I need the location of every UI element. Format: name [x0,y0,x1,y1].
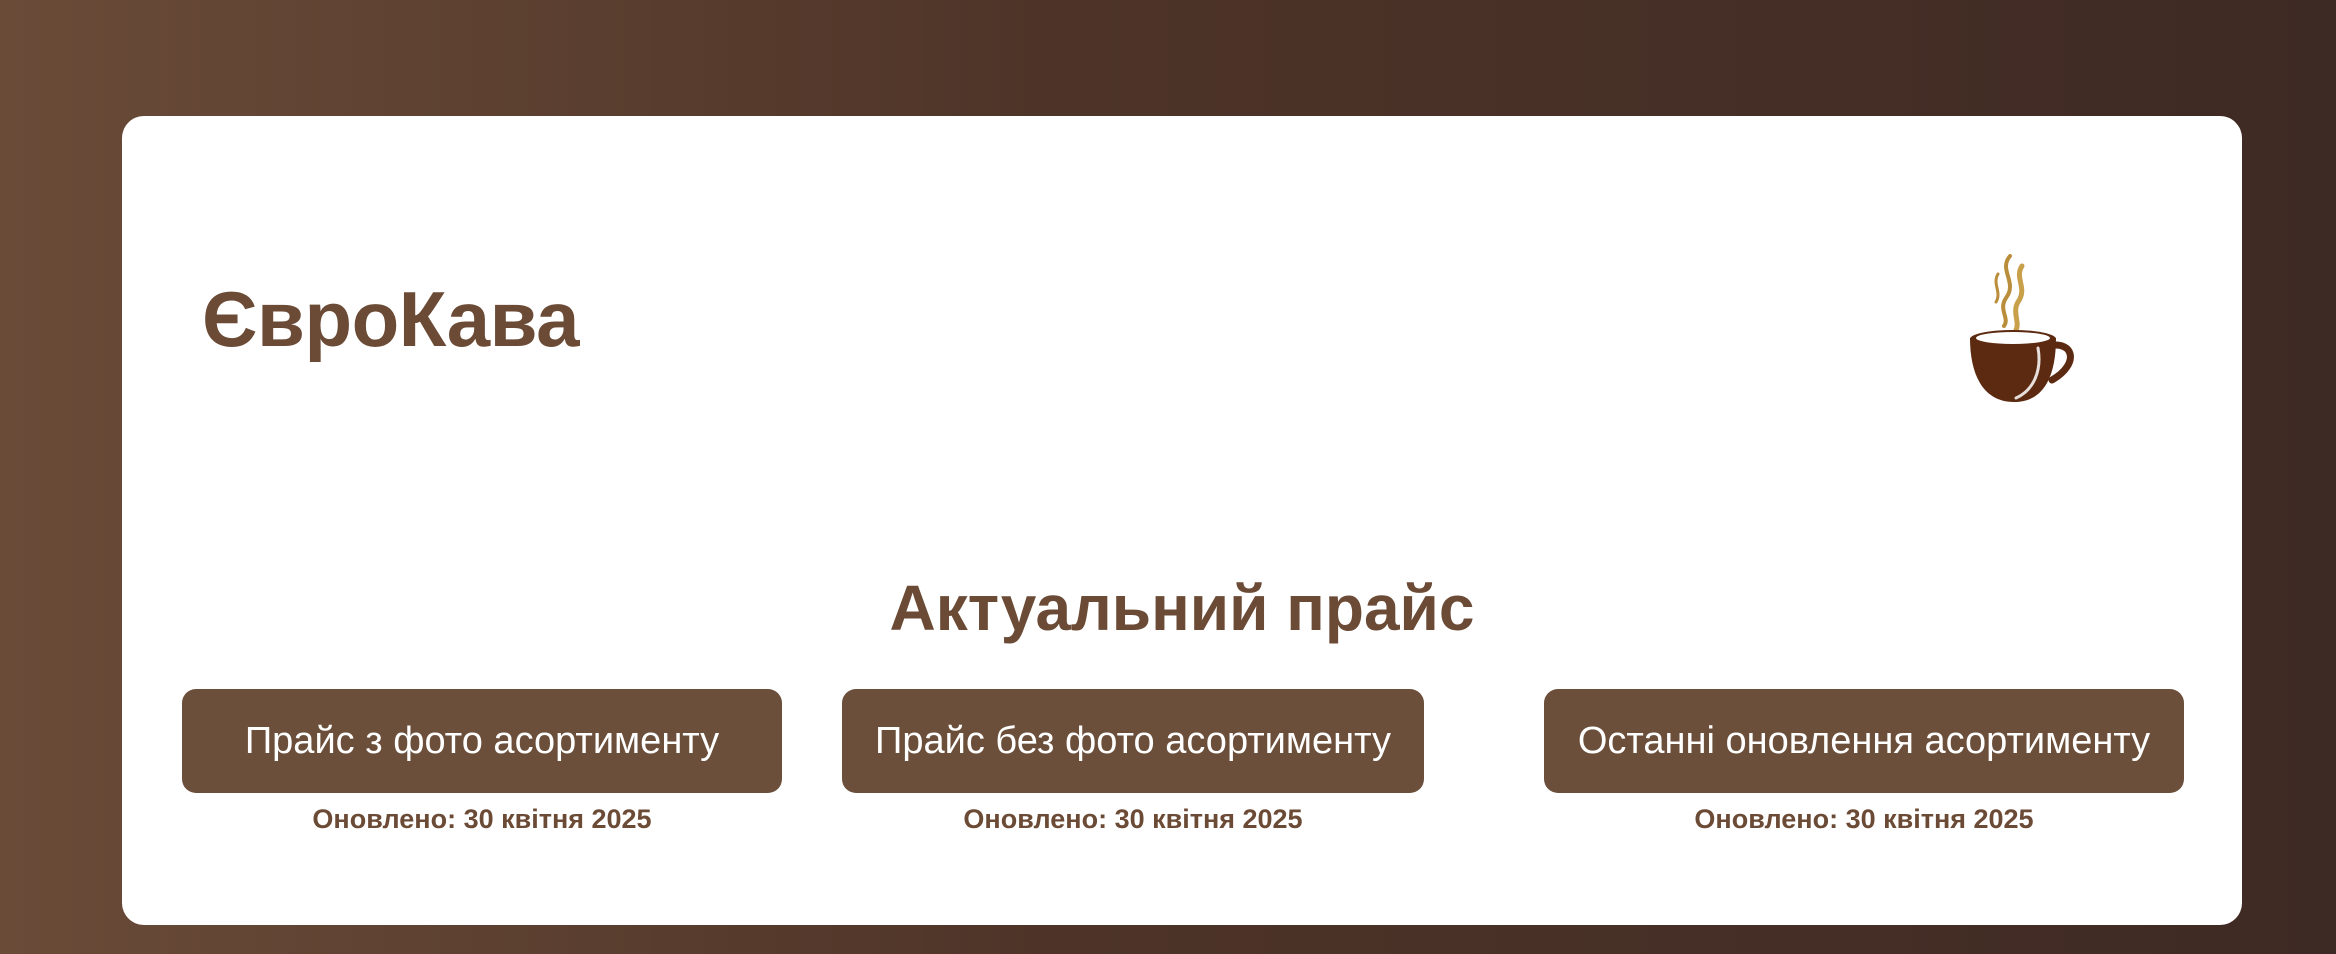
updated-date-label: Оновлено: 30 квітня 2025 [963,804,1303,834]
price-with-photo-button[interactable]: Прайс з фото асортименту [182,689,782,793]
updated-date-label: Оновлено: 30 квітня 2025 [1694,804,2034,834]
brand-title: ЄвроКава [202,275,579,363]
page-heading: Актуальний прайс [889,572,1475,644]
price-without-photo-button[interactable]: Прайс без фото асортименту [842,689,1424,793]
coffee-cup-icon [1952,252,2082,412]
latest-updates-button[interactable]: Останні оновлення асортименту [1544,689,2184,793]
updated-date-label: Оновлено: 30 квітня 2025 [312,804,652,834]
main-card: ЄвроКава Актуальний прайс Прайс з фото а… [122,116,2242,925]
